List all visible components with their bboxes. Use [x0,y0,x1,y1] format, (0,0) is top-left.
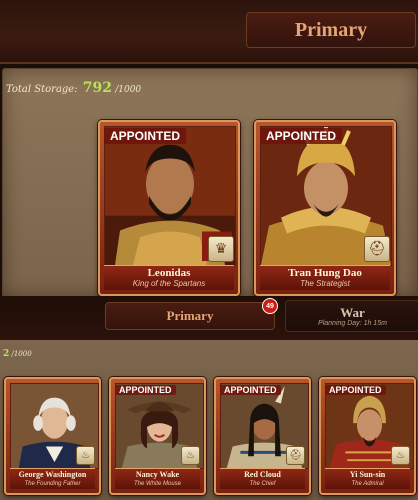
general-title: King of the Spartans [132,279,206,288]
general-nameplate: Red Cloud The Chief [220,468,305,489]
general-name: Red Cloud [244,470,281,479]
general-title: The Chief [249,481,276,487]
storage-current: 792 [82,80,113,96]
general-card-leonidas[interactable]: APPOINTED ♛ Leonidas King of the Spartan… [98,120,240,296]
tab-war[interactable]: War Planning Day: 1h 15m [285,300,418,332]
general-title: The Admiral [351,481,384,487]
general-nameplate: Leonidas King of the Spartans [104,265,234,290]
general-card-yi-sun-sin[interactable]: APPOINTED ♨ Yi Sun-sin The Admiral [319,377,416,495]
storage-max: /1000 [115,85,142,95]
appointed-banner: APPOINTED [115,385,176,395]
general-name: Yi Sun-sin [349,470,386,479]
crown-icon: ♛ [208,236,234,262]
appointed-banner: APPOINTED [260,128,343,144]
general-card-george-washington[interactable]: ♨ George Washington The Founding Father [4,377,101,495]
general-title: The Founding Father [24,481,81,487]
general-card-nancy-wake[interactable]: APPOINTED ♨ Nancy Wake The White Mouse [109,377,206,495]
flame-icon: ♨ [181,446,200,465]
general-name: Leonidas [147,267,191,279]
general-name: Nancy Wake [135,470,180,479]
storage-current: 2 [3,349,10,359]
general-card-red-cloud[interactable]: APPOINTED ⛑ Red Cloud The Chief [214,377,311,495]
tab-war-label: War [340,304,365,320]
general-name: Tran Hung Dao [288,267,362,279]
storage-counter: Total Storage: 792 /1000 [6,80,141,96]
tab-primary[interactable]: Primary [246,12,416,48]
tab-primary-secondary[interactable]: Primary [105,302,275,330]
general-card-tran-hung-dao[interactable]: APPOINTED ⛑ Tran Hung Dao The Strategist [254,120,396,296]
storage-max: /1000 [11,350,32,358]
appointed-banner: APPOINTED [104,128,187,144]
helmet-icon: ⛑ [364,236,390,262]
appointed-banner: APPOINTED [220,385,281,395]
flame-icon: ♨ [391,446,410,465]
appointed-banner: APPOINTED [325,385,386,395]
general-nameplate: Yi Sun-sin The Admiral [325,468,410,489]
general-name: George Washington [18,470,87,479]
general-title: The White Mouse [133,481,182,487]
war-planning-timer: Planning Day: 1h 15m [318,319,387,327]
notification-badge: 49 [262,298,278,314]
flame-icon: ♨ [76,446,95,465]
general-nameplate: George Washington The Founding Father [10,468,95,489]
general-nameplate: Nancy Wake The White Mouse [115,468,200,489]
storage-label: Total Storage: [6,84,78,95]
storage-counter-lower: 2 /1000 [3,349,32,359]
general-title: The Strategist [300,279,350,288]
helmet-icon: ⛑ [286,446,305,465]
general-nameplate: Tran Hung Dao The Strategist [260,265,390,290]
